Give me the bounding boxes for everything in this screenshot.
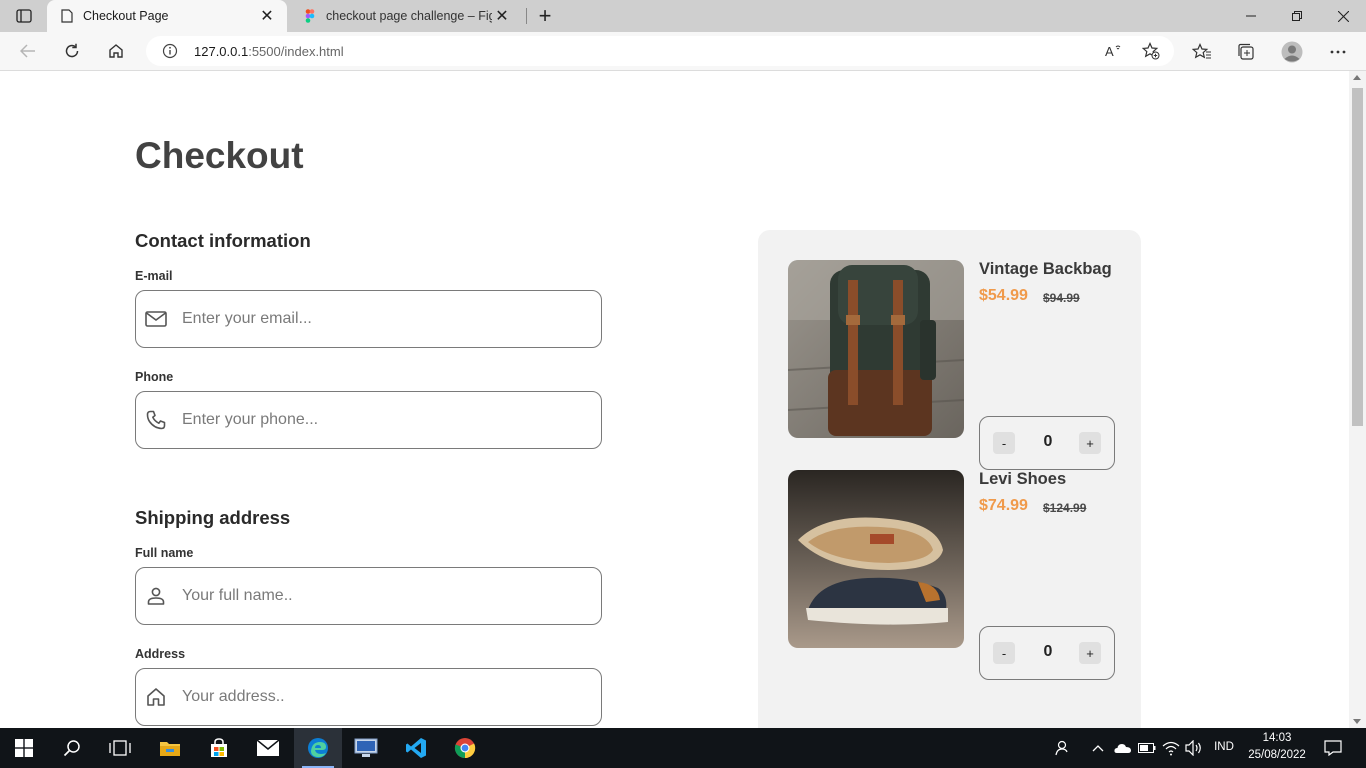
- increase-quantity-button[interactable]: +: [1079, 432, 1101, 454]
- quantity-value: 0: [1043, 433, 1053, 450]
- fullname-label: Full name: [135, 546, 194, 560]
- url-bar[interactable]: 127.0.0.1:5500/index.html A: [146, 36, 1174, 66]
- scroll-up-icon[interactable]: [1353, 75, 1361, 80]
- back-icon[interactable]: [15, 39, 41, 63]
- tab-actions-icon[interactable]: [12, 6, 36, 26]
- page-viewport: Checkout Contact information E-mail Phon…: [0, 71, 1349, 728]
- mail-icon: [143, 306, 169, 332]
- new-tab-icon[interactable]: +: [534, 3, 556, 28]
- quantity-value: 0: [1043, 643, 1053, 660]
- svg-text:A: A: [1105, 44, 1114, 59]
- decrease-quantity-button[interactable]: -: [993, 642, 1015, 664]
- people-icon[interactable]: [1053, 738, 1073, 758]
- cart-panel: Vintage Backbag $54.99 $94.99 - 0 + Levi…: [758, 230, 1141, 728]
- scrollbar-thumb[interactable]: [1352, 88, 1363, 426]
- info-icon[interactable]: [162, 43, 178, 59]
- chevron-up-icon[interactable]: [1088, 738, 1108, 758]
- phone-field: [135, 391, 602, 449]
- tab-title: checkout page challenge – Figma: [326, 9, 492, 23]
- tab-checkout-page[interactable]: Checkout Page ✕: [47, 0, 287, 32]
- email-input[interactable]: [182, 305, 582, 333]
- restore-icon[interactable]: [1274, 0, 1320, 32]
- task-view-icon[interactable]: [96, 728, 144, 768]
- mail-app-icon[interactable]: [244, 728, 292, 768]
- close-tab-icon[interactable]: ✕: [492, 6, 512, 26]
- minimize-icon[interactable]: [1228, 0, 1274, 32]
- notifications-icon[interactable]: [1323, 738, 1343, 758]
- email-label: E-mail: [135, 269, 173, 283]
- home-icon: [143, 684, 169, 710]
- collections-icon[interactable]: [1234, 40, 1258, 64]
- person-icon: [143, 583, 169, 609]
- browser-tab-bar: Checkout Page ✕ checkout page challenge …: [0, 0, 1366, 32]
- scroll-down-icon[interactable]: [1353, 719, 1361, 724]
- start-button[interactable]: [0, 728, 48, 768]
- product-old-price: $124.99: [1043, 501, 1087, 515]
- clock-time[interactable]: 14:03: [1244, 732, 1310, 744]
- url-text: 127.0.0.1:5500/index.html: [194, 44, 344, 59]
- chrome-icon[interactable]: [441, 728, 489, 768]
- phone-label: Phone: [135, 370, 174, 384]
- taskbar: IND 14:03 25/08/2022: [0, 728, 1366, 768]
- product-price: $54.99: [979, 287, 1028, 304]
- address-input[interactable]: [182, 683, 582, 711]
- vertical-scrollbar[interactable]: [1349, 71, 1366, 728]
- close-window-icon[interactable]: [1320, 0, 1366, 32]
- backpack-image: [788, 260, 964, 438]
- product-name: Vintage Backbag: [979, 260, 1112, 278]
- tab-figma[interactable]: checkout page challenge – Figma ✕: [290, 0, 522, 32]
- phone-icon: [143, 407, 169, 433]
- home-icon[interactable]: [103, 39, 129, 63]
- volume-icon[interactable]: [1184, 738, 1204, 758]
- address-label: Address: [135, 647, 186, 661]
- favorites-icon[interactable]: [1190, 40, 1214, 64]
- input-language[interactable]: IND: [1210, 741, 1238, 753]
- edge-browser-icon[interactable]: [294, 728, 342, 768]
- email-field: [135, 290, 602, 348]
- read-aloud-icon[interactable]: A: [1104, 41, 1124, 61]
- close-tab-icon[interactable]: ✕: [257, 6, 277, 26]
- fullname-input[interactable]: [182, 582, 582, 610]
- shoes-image: [788, 470, 964, 648]
- onedrive-icon[interactable]: [1113, 738, 1133, 758]
- more-options-icon[interactable]: [1326, 40, 1350, 64]
- url-host: 127.0.0.1: [194, 44, 249, 59]
- product-old-price: $94.99: [1043, 291, 1080, 305]
- quantity-stepper: - 0 +: [979, 416, 1115, 470]
- tab-title: Checkout Page: [83, 9, 169, 23]
- vscode-icon[interactable]: [392, 728, 440, 768]
- page-title: Checkout: [135, 135, 304, 176]
- search-icon[interactable]: [48, 728, 96, 768]
- add-favorite-icon[interactable]: [1141, 41, 1161, 61]
- fullname-field: [135, 567, 602, 625]
- product-name: Levi Shoes: [979, 470, 1067, 488]
- quantity-stepper: - 0 +: [979, 626, 1115, 680]
- contact-heading: Contact information: [135, 230, 311, 251]
- refresh-icon[interactable]: [59, 39, 85, 63]
- url-path: :5500/index.html: [248, 44, 344, 59]
- wifi-icon[interactable]: [1161, 738, 1181, 758]
- page-icon: [59, 8, 75, 24]
- decrease-quantity-button[interactable]: -: [993, 432, 1015, 454]
- shipping-heading: Shipping address: [135, 507, 291, 528]
- file-explorer-icon[interactable]: [146, 728, 194, 768]
- product-price: $74.99: [979, 497, 1028, 514]
- store-icon[interactable]: [195, 728, 243, 768]
- increase-quantity-button[interactable]: +: [1079, 642, 1101, 664]
- battery-icon: [1137, 738, 1157, 758]
- tab-separator: [526, 8, 527, 24]
- clock-date[interactable]: 25/08/2022: [1244, 749, 1310, 761]
- remote-desktop-icon[interactable]: [342, 728, 390, 768]
- address-field: [135, 668, 602, 726]
- profile-avatar-icon[interactable]: [1280, 40, 1304, 64]
- browser-toolbar: 127.0.0.1:5500/index.html A: [0, 32, 1366, 71]
- figma-icon: [302, 8, 318, 24]
- phone-input[interactable]: [182, 406, 582, 434]
